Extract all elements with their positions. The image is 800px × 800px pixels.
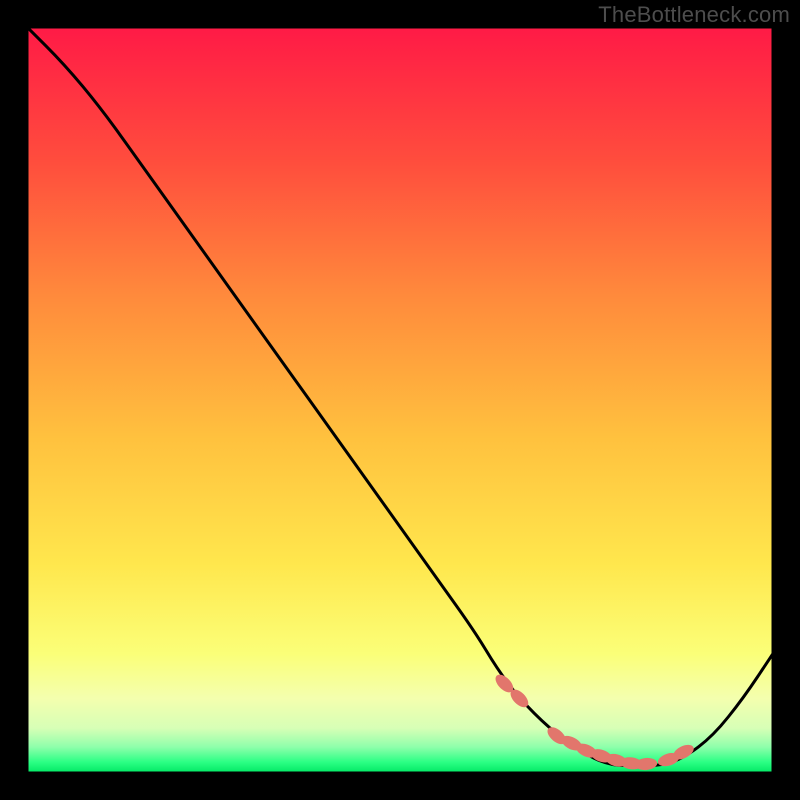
page-root: TheBottleneck.com [0, 0, 800, 800]
watermark-text: TheBottleneck.com [598, 2, 790, 28]
plot-background [27, 27, 773, 773]
chart-svg [27, 27, 773, 773]
bottleneck-chart [27, 27, 773, 773]
